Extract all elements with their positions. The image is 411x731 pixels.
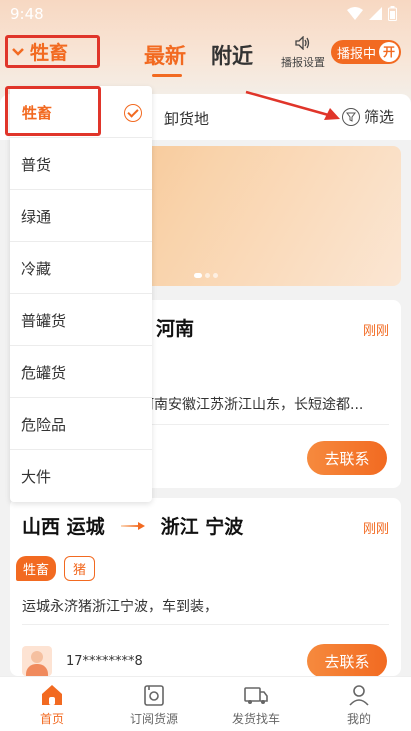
tab-ship[interactable]: 发货找车 <box>216 683 296 727</box>
speaker-icon <box>295 35 310 51</box>
category-option-label: 大件 <box>21 468 52 486</box>
category-option[interactable]: 冷藏 <box>10 242 152 294</box>
category-option[interactable]: 普货 <box>10 138 152 190</box>
route: 山西 运城 浙江 宁波 <box>22 512 243 539</box>
category-option-label: 危罐货 <box>21 364 67 382</box>
post-time: 刚刚 <box>362 522 389 537</box>
cargo-subtype-tag: 猪 <box>64 556 96 581</box>
tab-subscribe[interactable]: 订阅货源 <box>114 683 194 727</box>
banner-pagination <box>194 273 218 278</box>
status-time: 9:48 <box>10 5 44 23</box>
tab-latest[interactable]: 最新 <box>144 40 186 77</box>
contact-button[interactable]: 去联系 <box>307 644 387 678</box>
category-option[interactable]: 危险品 <box>10 398 152 450</box>
broadcast-toggle[interactable]: 播报中 开 <box>331 40 401 64</box>
tab-active-underline <box>152 74 182 77</box>
banner-dot <box>194 273 202 278</box>
annotation-highlight-category <box>5 35 100 68</box>
tab-ship-label: 发货找车 <box>231 712 280 726</box>
wifi-icon <box>347 7 363 20</box>
tab-nearby-label: 附近 <box>211 44 253 68</box>
bottom-tab-bar: 首页 订阅货源 发货找车 我的 <box>0 676 411 731</box>
battery-icon <box>388 6 397 21</box>
category-option-label: 危险品 <box>21 416 67 434</box>
tab-mine[interactable]: 我的 <box>319 683 399 727</box>
signal-icon <box>369 7 382 20</box>
route-destination: 浙江 宁波 <box>160 516 244 538</box>
filter-label: 筛选 <box>364 108 395 126</box>
route: 河南 <box>156 314 194 341</box>
category-option-label: 普货 <box>21 156 52 174</box>
annotation-highlight-option <box>5 86 101 136</box>
category-option[interactable]: 大件 <box>10 450 152 502</box>
broadcast-settings-button[interactable]: 播报设置 <box>278 35 328 70</box>
cargo-type-tag: 牲畜 <box>16 556 57 581</box>
broadcast-state-knob: 开 <box>379 42 399 62</box>
truck-icon <box>243 683 269 707</box>
card-divider <box>22 624 389 625</box>
category-option[interactable]: 绿通 <box>10 190 152 242</box>
phone-number: 17********8 <box>66 654 143 669</box>
status-icons <box>347 6 397 21</box>
unload-location-button[interactable]: 卸货地 <box>164 108 209 129</box>
tab-home[interactable]: 首页 <box>12 683 92 727</box>
route-origin: 山西 运城 <box>22 516 105 538</box>
tab-latest-label: 最新 <box>144 44 186 68</box>
home-icon <box>39 683 65 707</box>
category-dropdown: 牲畜 普货 绿通 冷藏 普罐货 危罐货 危险品 大件 <box>10 86 152 502</box>
broadcast-settings-label: 播报设置 <box>281 56 325 69</box>
tab-mine-label: 我的 <box>346 712 371 726</box>
status-bar: 9:48 <box>0 0 411 28</box>
banner-dot <box>213 273 218 278</box>
category-option[interactable]: 普罐货 <box>10 294 152 346</box>
cargo-card[interactable]: 山西 运城 浙江 宁波 刚刚 牲畜 猪 运城永济猪浙江宁波，车到装， 17***… <box>10 498 401 678</box>
contact-button[interactable]: 去联系 <box>307 441 387 475</box>
subscribe-icon <box>141 683 167 707</box>
route-destination: 河南 <box>156 318 195 340</box>
filter-button[interactable]: 筛选 <box>342 106 394 127</box>
annotation-arrow-icon <box>245 90 340 120</box>
category-option-label: 绿通 <box>21 208 52 226</box>
category-option-label: 普罐货 <box>21 312 67 330</box>
broadcast-label: 播报中 <box>337 46 377 62</box>
banner-dot <box>205 273 210 278</box>
tab-subscribe-label: 订阅货源 <box>129 712 178 726</box>
post-time: 刚刚 <box>362 324 389 339</box>
check-circle-icon <box>124 104 142 122</box>
cargo-description: 河南安徽江苏浙江山东，长短途都... <box>140 397 364 413</box>
tab-home-label: 首页 <box>39 712 64 726</box>
category-option-label: 冷藏 <box>21 260 52 278</box>
user-icon <box>346 683 372 707</box>
cargo-tags: 牲畜 猪 <box>16 556 96 581</box>
route-arrow-icon <box>120 521 145 531</box>
tab-nearby[interactable]: 附近 <box>211 40 253 70</box>
category-option[interactable]: 危罐货 <box>10 346 152 398</box>
avatar <box>22 646 52 676</box>
cargo-description: 运城永济猪浙江宁波，车到装， <box>22 599 218 615</box>
